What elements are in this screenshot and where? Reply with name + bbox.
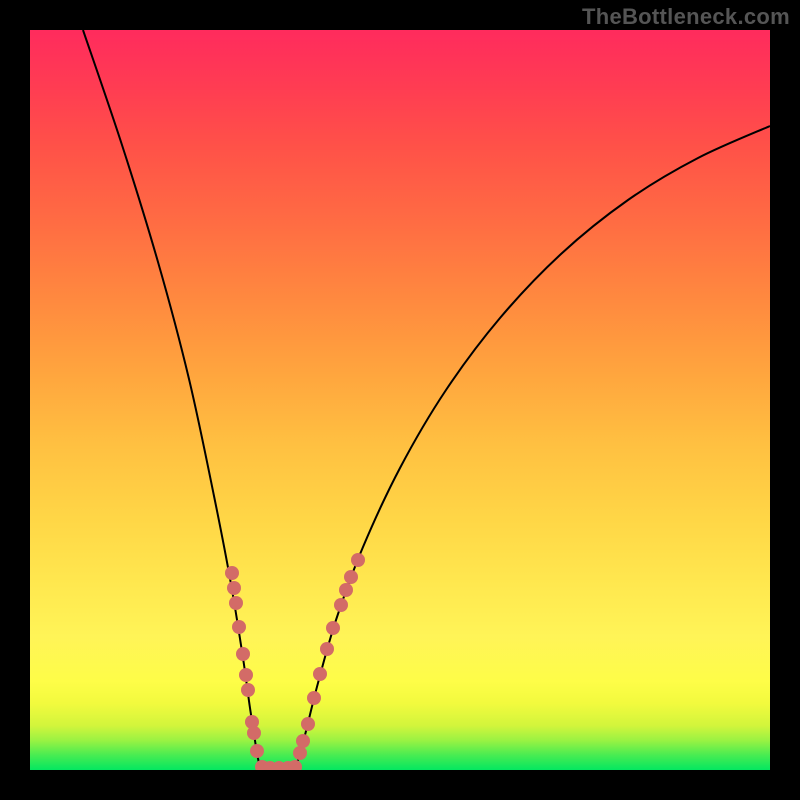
curve-right-branch	[294, 126, 770, 768]
data-point	[334, 598, 348, 612]
data-point	[239, 668, 253, 682]
data-point	[307, 691, 321, 705]
data-point	[247, 726, 261, 740]
chart-frame: TheBottleneck.com	[0, 0, 800, 800]
data-point	[236, 647, 250, 661]
data-point	[241, 683, 255, 697]
dots-group	[225, 553, 365, 770]
curve-svg	[30, 30, 770, 770]
data-point	[293, 746, 307, 760]
data-point	[320, 642, 334, 656]
data-point	[225, 566, 239, 580]
data-point	[339, 583, 353, 597]
curve-left-branch	[83, 30, 262, 768]
data-point	[326, 621, 340, 635]
data-point	[351, 553, 365, 567]
data-point	[250, 744, 264, 758]
data-point	[301, 717, 315, 731]
data-point	[227, 581, 241, 595]
plot-area	[30, 30, 770, 770]
watermark-text: TheBottleneck.com	[582, 4, 790, 30]
data-point	[313, 667, 327, 681]
data-point	[232, 620, 246, 634]
data-point	[344, 570, 358, 584]
data-point	[229, 596, 243, 610]
data-point	[296, 734, 310, 748]
